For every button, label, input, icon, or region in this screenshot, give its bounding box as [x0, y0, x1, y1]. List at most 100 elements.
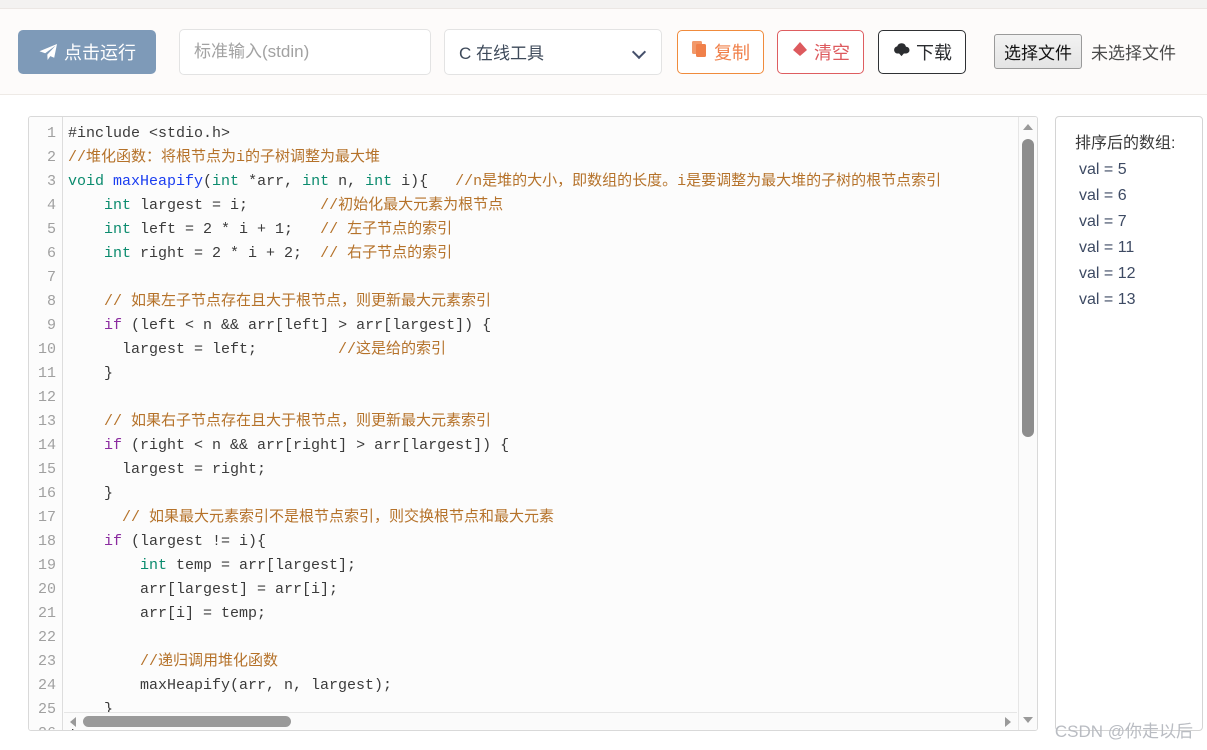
code-token: //递归调用堆化函数	[140, 653, 279, 670]
download-button[interactable]: 下载	[878, 29, 966, 74]
code-editor-panel[interactable]: 1 2 3 4 5 6 7 8 9 10 11 12 13 14 15 16 17 18 19 20 21 22 23 24 2…	[28, 116, 1038, 731]
code-token: if	[104, 533, 123, 550]
line-number: 9	[46, 317, 56, 334]
output-line: val = 12	[1079, 265, 1136, 282]
code-line: if (largest != i){	[64, 530, 1017, 554]
code-token: //n是堆的大小，即数组的长度。i是要调整为最大堆的子树的根节点索引	[455, 173, 942, 190]
code-token: int	[104, 221, 132, 238]
line-number: 6	[46, 245, 56, 262]
scroll-right-arrow-icon[interactable]	[1000, 713, 1015, 730]
code-token: }	[68, 365, 114, 382]
code-token: (left < n && arr[left] > arr[largest]) {	[122, 317, 492, 334]
editor-horizontal-scrollbar[interactable]	[64, 712, 1017, 729]
workspace: 1 2 3 4 5 6 7 8 9 10 11 12 13 14 15 16 17 18 19 20 21 22 23 24 2…	[0, 95, 1207, 731]
output-line: val = 13	[1079, 291, 1136, 308]
horizontal-scrollbar-thumb[interactable]	[83, 716, 291, 727]
clear-button[interactable]: 清空	[777, 29, 864, 74]
cloud-download-icon	[892, 40, 911, 63]
run-button-label: 点击运行	[64, 42, 136, 63]
code-token: n,	[329, 173, 366, 190]
editor-vertical-scrollbar[interactable]	[1018, 117, 1037, 730]
code-token: int	[302, 173, 330, 190]
code-token: largest = left;	[68, 341, 339, 358]
code-line: }	[64, 482, 1017, 506]
output-line: val = 5	[1079, 161, 1127, 178]
code-token: // 左子节点的索引	[320, 221, 453, 238]
line-number: 13	[37, 413, 56, 430]
line-number: 4	[46, 197, 56, 214]
code-line: }	[64, 362, 1017, 386]
code-token: *arr,	[239, 173, 303, 190]
line-number: 20	[37, 581, 56, 598]
paper-plane-icon	[38, 42, 58, 62]
code-token: if	[104, 317, 123, 334]
output-panel: 排序后的数组: val = 5 val = 6 val = 7 val = 11…	[1055, 116, 1203, 731]
code-line: if (left < n && arr[left] > arr[largest]…	[64, 314, 1017, 338]
code-line: largest = right;	[64, 458, 1017, 482]
language-select[interactable]: C 在线工具	[444, 28, 662, 75]
copy-button[interactable]: 复制	[677, 29, 764, 74]
output-line: val = 11	[1079, 239, 1135, 256]
copy-icon	[691, 40, 709, 63]
code-token: left = 2 * i + 1;	[131, 221, 321, 238]
code-line: largest = left; //这是给的索引	[64, 338, 1017, 362]
code-token: // 如果左子节点存在且大于根节点，则更新最大元素索引	[104, 293, 492, 310]
output-line-list: val = 5 val = 6 val = 7 val = 11 val = 1…	[1075, 157, 1202, 313]
code-line: #include <stdio.h>	[64, 122, 1017, 146]
line-number: 26	[29, 722, 62, 730]
code-token: (	[203, 173, 213, 190]
line-number: 18	[37, 533, 56, 550]
line-number: 14	[37, 437, 56, 454]
code-token: int	[212, 173, 240, 190]
scroll-left-arrow-icon[interactable]	[66, 713, 81, 730]
code-token: temp = arr[largest];	[167, 557, 357, 574]
code-token: maxHeapify(arr, n, largest);	[68, 677, 393, 694]
choose-file-button[interactable]: 选择文件	[994, 34, 1082, 69]
top-strip	[0, 0, 1207, 9]
code-line: arr[largest] = arr[i];	[64, 578, 1017, 602]
code-token: }	[68, 485, 114, 502]
line-number: 1	[46, 125, 56, 142]
code-token: int	[104, 197, 132, 214]
file-status-label: 未选择文件	[1091, 44, 1176, 63]
code-text-area[interactable]: #include <stdio.h> //堆化函数：将根节点为i的子树调整为最大堆…	[64, 117, 1017, 730]
output-line: val = 6	[1079, 187, 1127, 204]
stdin-input[interactable]	[179, 28, 431, 75]
code-token: int	[365, 173, 393, 190]
line-number-gutter: 1 2 3 4 5 6 7 8 9 10 11 12 13 14 15 16 17 18 19 20 21 22 23 24 2…	[29, 117, 63, 730]
line-number: 5	[46, 221, 56, 238]
code-line: int left = 2 * i + 1; // 左子节点的索引	[64, 218, 1017, 242]
line-number: 24	[37, 677, 56, 694]
code-token: arr[largest] = arr[i];	[68, 581, 339, 598]
line-number: 25	[37, 701, 56, 718]
line-number: 3	[46, 173, 56, 190]
vertical-scrollbar-thumb[interactable]	[1022, 139, 1034, 437]
language-select-value: C 在线工具	[459, 44, 544, 63]
clear-button-label: 清空	[814, 42, 850, 63]
file-picker[interactable]: 选择文件 未选择文件	[994, 34, 1176, 69]
line-number: 11	[37, 365, 56, 382]
scroll-down-arrow-icon[interactable]	[1019, 712, 1037, 728]
chevron-down-icon	[633, 47, 647, 56]
code-line: //递归调用堆化函数	[64, 650, 1017, 674]
code-token: // 如果最大元素索引不是根节点索引，则交换根节点和最大元素	[122, 509, 555, 526]
code-line: //堆化函数：将根节点为i的子树调整为最大堆	[64, 146, 1017, 170]
code-line: arr[i] = temp;	[64, 602, 1017, 626]
run-button[interactable]: 点击运行	[18, 29, 156, 74]
line-number: 2	[46, 149, 56, 166]
scroll-up-arrow-icon[interactable]	[1019, 119, 1037, 135]
line-number: 12	[37, 389, 56, 406]
code-token: (largest != i){	[122, 533, 267, 550]
